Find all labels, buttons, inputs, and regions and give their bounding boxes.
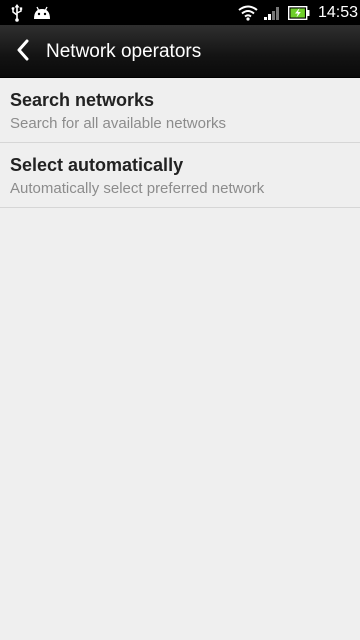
list-item-search-networks[interactable]: Search networks Search for all available…	[0, 78, 360, 143]
wifi-icon	[237, 0, 259, 25]
settings-list: Search networks Search for all available…	[0, 78, 360, 208]
action-bar: Network operators	[0, 25, 360, 78]
battery-charging-icon	[287, 0, 311, 25]
list-item-title: Search networks	[10, 90, 155, 110]
android-icon	[31, 0, 53, 25]
list-item-subtitle: Automatically select preferred network	[10, 180, 265, 197]
status-bar: 14:53	[0, 0, 360, 25]
back-button[interactable]	[10, 37, 36, 67]
page-title: Network operators	[46, 40, 202, 62]
signal-icon	[262, 0, 282, 25]
usb-icon	[8, 0, 26, 25]
list-item-select-automatically[interactable]: Select automatically Automatically selec…	[0, 143, 360, 208]
list-item-title: Select automatically	[10, 155, 184, 175]
chevron-left-icon	[16, 39, 30, 66]
clock: 14:53	[317, 3, 358, 21]
list-item-subtitle: Search for all available networks	[10, 115, 226, 132]
